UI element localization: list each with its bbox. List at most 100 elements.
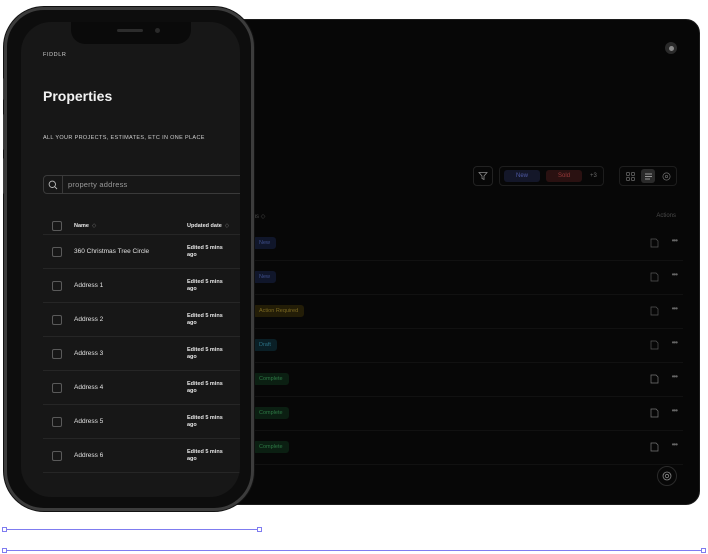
phone-frame: FIDDLR Properties ALL YOUR PROJECTS, EST… xyxy=(3,7,254,511)
document-icon[interactable] xyxy=(650,238,659,248)
selection-guide-line xyxy=(5,550,705,551)
page-title: Properties xyxy=(43,88,113,104)
sort-icon[interactable]: ◇ xyxy=(92,223,96,229)
status-badge: Complete xyxy=(253,407,289,419)
table-row[interactable]: New ••• xyxy=(241,260,683,295)
phone-notch xyxy=(70,22,191,44)
sort-icon[interactable]: ◇ xyxy=(225,223,229,229)
table-row[interactable]: Complete ••• xyxy=(241,396,683,431)
property-name[interactable]: Address 6 xyxy=(74,452,103,459)
search-icon xyxy=(48,180,58,189)
table-row[interactable]: New ••• xyxy=(241,226,683,261)
updated-date: Edited 5 mins ago xyxy=(187,346,223,360)
search-input[interactable]: property address xyxy=(63,180,127,189)
row-checkbox[interactable] xyxy=(52,450,62,461)
list-icon xyxy=(644,173,652,179)
page-subtitle: ALL YOUR PROJECTS, ESTIMATES, ETC IN ONE… xyxy=(43,135,205,141)
phone-screen: FIDDLR Properties ALL YOUR PROJECTS, EST… xyxy=(21,22,240,497)
table-row[interactable]: Draft ••• xyxy=(241,328,683,363)
filter-toolbar: New Sold +3 xyxy=(473,166,604,186)
properties-table: Name ◇ Updated date ◇ 360 Christmas Tree C… xyxy=(43,218,240,473)
property-name[interactable]: Address 4 xyxy=(74,384,103,391)
user-avatar-icon[interactable] xyxy=(665,42,677,54)
row-checkbox[interactable] xyxy=(52,382,62,393)
updated-date: Edited 5 mins ago xyxy=(187,244,223,258)
document-icon[interactable] xyxy=(650,340,659,350)
document-icon[interactable] xyxy=(650,408,659,418)
volume-up-button xyxy=(3,114,6,150)
resize-handle[interactable] xyxy=(2,548,7,553)
table-row[interactable]: Address 2 Edited 5 mins ago xyxy=(43,303,240,337)
row-checkbox[interactable] xyxy=(52,246,62,257)
updated-date: Edited 5 mins ago xyxy=(187,380,223,394)
updated-date: Edited 5 mins ago xyxy=(187,312,223,326)
app-logo[interactable]: FIDDLR xyxy=(43,52,66,58)
grid-icon xyxy=(625,171,635,181)
filter-icon xyxy=(478,172,488,181)
table-row[interactable]: Action Required ••• xyxy=(241,294,683,329)
more-options-icon[interactable]: ••• xyxy=(672,372,678,381)
document-icon[interactable] xyxy=(650,272,659,282)
actions-column-header: Actions xyxy=(656,213,676,219)
updated-date-column-header[interactable]: Updated date ◇ xyxy=(187,223,229,230)
table-row[interactable]: 360 Christmas Tree Circle Edited 5 mins a… xyxy=(43,235,240,269)
table-row[interactable]: Complete ••• xyxy=(241,430,683,465)
resize-handle[interactable] xyxy=(701,548,706,553)
table-row[interactable]: Address 1 Edited 5 mins ago xyxy=(43,269,240,303)
view-switcher xyxy=(619,166,677,186)
document-icon[interactable] xyxy=(650,374,659,384)
search-button[interactable] xyxy=(44,176,63,193)
more-options-icon[interactable]: ••• xyxy=(672,440,678,449)
more-options-icon[interactable]: ••• xyxy=(672,270,678,279)
filter-chip-new[interactable]: New xyxy=(504,170,541,182)
property-name[interactable]: Address 3 xyxy=(74,350,103,357)
more-options-icon[interactable]: ••• xyxy=(672,304,678,313)
more-filters-count[interactable]: +3 xyxy=(588,173,599,179)
select-all-checkbox[interactable] xyxy=(52,221,62,231)
help-button[interactable] xyxy=(657,466,677,486)
document-icon[interactable] xyxy=(650,306,659,316)
table-row[interactable]: Complete ••• xyxy=(241,362,683,397)
updated-date: Edited 5 mins ago xyxy=(187,278,223,292)
updated-date: Edited 5 mins ago xyxy=(187,448,223,462)
row-checkbox[interactable] xyxy=(52,416,62,427)
more-options-icon[interactable]: ••• xyxy=(672,406,678,415)
row-checkbox[interactable] xyxy=(52,314,62,325)
filter-chip-sold[interactable]: Sold xyxy=(546,170,583,182)
status-badge: New xyxy=(253,271,277,283)
lifebuoy-icon xyxy=(662,471,672,481)
search-bar[interactable]: property address xyxy=(43,175,240,194)
name-column-header[interactable]: Name ◇ xyxy=(74,223,96,229)
status-badge: Action Required xyxy=(253,305,305,317)
document-icon[interactable] xyxy=(650,442,659,452)
table-header: Name ◇ Updated date ◇ xyxy=(43,218,240,235)
resize-handle[interactable] xyxy=(2,527,7,532)
front-camera xyxy=(154,28,160,33)
property-name[interactable]: 360 Christmas Tree Circle xyxy=(74,248,149,255)
row-checkbox[interactable] xyxy=(52,280,62,291)
mute-switch xyxy=(3,78,6,100)
more-options-icon[interactable]: ••• xyxy=(672,236,678,245)
table-row[interactable]: Address 5 Edited 5 mins ago xyxy=(43,405,240,439)
table-row[interactable]: Address 4 Edited 5 mins ago xyxy=(43,371,240,405)
filter-chips: New Sold +3 xyxy=(499,166,604,186)
table-row[interactable]: Address 3 Edited 5 mins ago xyxy=(43,337,240,371)
filter-button[interactable] xyxy=(473,166,493,186)
property-name[interactable]: Address 2 xyxy=(74,316,103,323)
list-view-button[interactable] xyxy=(641,169,655,183)
resize-handle[interactable] xyxy=(257,527,262,532)
status-badge: Complete xyxy=(253,441,289,453)
updated-date: Edited 5 mins ago xyxy=(187,414,223,428)
grid-view-button[interactable] xyxy=(623,169,637,183)
row-checkbox[interactable] xyxy=(52,348,62,359)
status-badge: Complete xyxy=(253,373,289,385)
map-pin-icon xyxy=(662,172,670,180)
property-name[interactable]: Address 1 xyxy=(74,282,103,289)
property-name[interactable]: Address 5 xyxy=(74,418,103,425)
map-view-button[interactable] xyxy=(659,169,673,183)
more-options-icon[interactable]: ••• xyxy=(672,338,678,347)
status-badge: Draft xyxy=(253,339,277,351)
selection-guide-line xyxy=(5,529,261,530)
volume-down-button xyxy=(3,158,6,194)
table-row[interactable]: Address 6 Edited 5 mins ago xyxy=(43,439,240,473)
